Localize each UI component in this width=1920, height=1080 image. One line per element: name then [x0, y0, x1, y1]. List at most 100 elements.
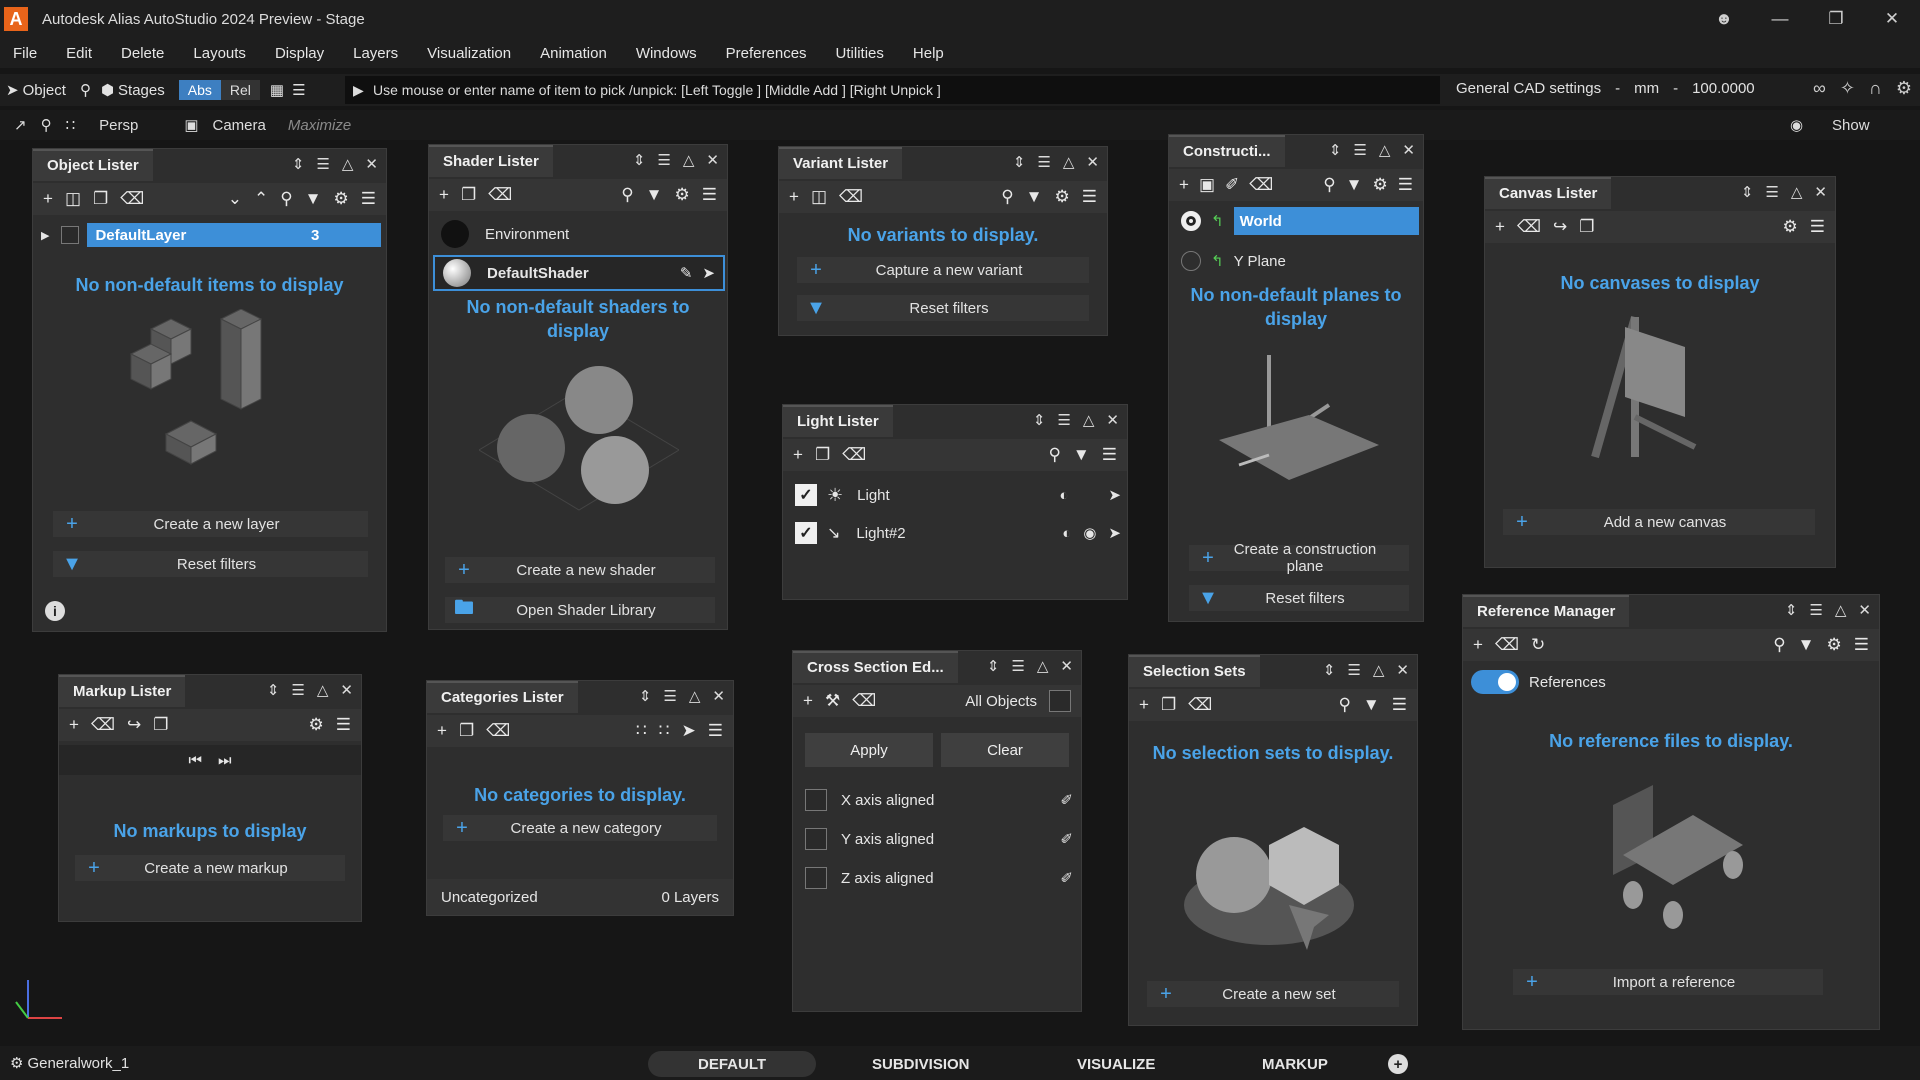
collapse-icon[interactable]: △	[317, 681, 329, 699]
light-checkbox[interactable]: ✓	[795, 522, 817, 544]
duplicate-icon[interactable]: ❐	[459, 721, 474, 741]
axis-row[interactable]: Y axis aligned ✐	[805, 826, 1073, 852]
menu-preferences[interactable]: Preferences	[713, 45, 823, 62]
dock-icon[interactable]: ⇕	[1013, 153, 1026, 171]
dock-icon[interactable]: ⇕	[1329, 141, 1342, 159]
info-icon[interactable]: i	[45, 601, 65, 621]
layer-checkbox[interactable]	[61, 226, 80, 244]
stages-button[interactable]: ⬢ Stages	[101, 81, 165, 100]
menu-icon[interactable]: ☰	[1353, 141, 1366, 159]
menu-icon[interactable]: ☰	[1854, 635, 1869, 655]
duplicate-icon[interactable]: ❐	[93, 189, 108, 209]
menu-help[interactable]: Help	[900, 45, 960, 62]
gear-icon[interactable]: ⚙	[1827, 635, 1842, 655]
menu-icon[interactable]: ☰	[1011, 657, 1024, 675]
close-icon[interactable]: ✕	[712, 687, 725, 705]
trash-icon[interactable]: ⌫	[486, 721, 510, 741]
close-icon[interactable]: ✕	[1106, 411, 1119, 429]
zoom-icon[interactable]: ⚲	[41, 116, 52, 134]
link-icon[interactable]: ∞	[1813, 78, 1826, 99]
reset-filters-button[interactable]: ▼ Reset filters	[797, 295, 1089, 321]
create-set-button[interactable]: + Create a new set	[1147, 981, 1399, 1007]
object-pick-button[interactable]: ➤ Object	[6, 81, 66, 100]
gear-icon[interactable]: ⚙	[1783, 217, 1798, 237]
collapse-icon[interactable]: △	[1037, 657, 1049, 675]
layer-name[interactable]: DefaultLayer	[95, 227, 311, 244]
dock-icon[interactable]: ⇕	[1323, 661, 1336, 679]
workspace-tab-markup[interactable]: MARKUP	[1262, 1051, 1328, 1077]
create-layer-button[interactable]: + Create a new layer	[53, 511, 368, 537]
persp-view[interactable]: Persp	[99, 117, 138, 134]
export-icon[interactable]: ↪	[1553, 217, 1567, 237]
add-icon[interactable]: +	[1473, 635, 1483, 655]
dock-icon[interactable]: ⇕	[267, 681, 280, 699]
trash-icon[interactable]: ⌫	[852, 691, 876, 711]
gear-icon[interactable]: ⚙	[1055, 187, 1070, 207]
close-icon[interactable]: ✕	[1858, 601, 1871, 619]
add-workspace-icon[interactable]: +	[1388, 1054, 1408, 1074]
axis-checkbox[interactable]	[805, 789, 827, 811]
create-shader-button[interactable]: + Create a new shader	[445, 557, 715, 583]
collapse-icon[interactable]: △	[1835, 601, 1847, 619]
copy-icon[interactable]: ❐	[153, 715, 168, 735]
list-icon[interactable]: ☰	[292, 81, 305, 99]
search-icon[interactable]: ⚲	[621, 185, 633, 205]
search-icon[interactable]: ⚲	[280, 189, 292, 209]
close-icon[interactable]: ✕	[340, 681, 353, 699]
dock-icon[interactable]: ⇕	[1741, 183, 1754, 201]
open-window-icon[interactable]: ↗	[14, 116, 27, 134]
chevron-up-icon[interactable]: ⌃	[254, 189, 268, 209]
menu-icon[interactable]: ☰	[1102, 445, 1117, 465]
axis-row[interactable]: Z axis aligned ✐	[805, 865, 1073, 891]
visibility-icon[interactable]: ◐	[1062, 525, 1071, 542]
camera-label[interactable]: Camera	[213, 117, 266, 134]
light-checkbox[interactable]: ✓	[795, 484, 817, 506]
group-icon[interactable]: ∷	[636, 721, 647, 741]
import-reference-button[interactable]: + Import a reference	[1513, 969, 1823, 995]
account-icon[interactable]: ☻	[1696, 0, 1752, 38]
collapse-icon[interactable]: △	[1379, 141, 1391, 159]
menu-display[interactable]: Display	[262, 45, 340, 62]
show-label[interactable]: Show	[1832, 117, 1870, 134]
maximize-label[interactable]: Maximize	[288, 117, 351, 134]
close-icon[interactable]: ✕	[1402, 141, 1415, 159]
add-icon[interactable]: +	[437, 721, 447, 741]
close-icon[interactable]: ✕	[706, 151, 719, 169]
filter-icon[interactable]: ▼	[1798, 635, 1815, 655]
filter-icon[interactable]: ▼	[1026, 187, 1043, 207]
trash-icon[interactable]: ⌫	[1517, 217, 1541, 237]
pick-icon[interactable]: ➤	[702, 264, 715, 282]
workspace-tab-default[interactable]: DEFAULT	[648, 1051, 817, 1077]
close-icon[interactable]: ✕	[365, 155, 378, 173]
menu-visualization[interactable]: Visualization	[414, 45, 527, 62]
trash-icon[interactable]: ⌫	[120, 189, 144, 209]
skip-forward-icon[interactable]: ⏭	[218, 752, 232, 769]
dock-icon[interactable]: ⇕	[292, 155, 305, 173]
references-toggle[interactable]	[1471, 670, 1519, 694]
add-icon[interactable]: +	[439, 185, 449, 205]
dock-icon[interactable]: ⇕	[987, 657, 1000, 675]
edit-icon[interactable]: ✐	[1060, 830, 1073, 848]
command-prompt[interactable]: ▶ Use mouse or enter name of item to pic…	[345, 76, 1440, 104]
menu-animation[interactable]: Animation	[527, 45, 623, 62]
duplicate-icon[interactable]: ❐	[461, 185, 476, 205]
collapse-icon[interactable]: △	[683, 151, 695, 169]
dock-icon[interactable]: ⇕	[1785, 601, 1798, 619]
workspace-tab-visualize[interactable]: VISUALIZE	[1077, 1051, 1155, 1077]
capture-variant-button[interactable]: + Capture a new variant	[797, 257, 1089, 283]
dots-icon[interactable]: ∷	[659, 721, 670, 741]
menu-icon[interactable]: ☰	[361, 189, 376, 209]
settings-icon[interactable]: ⚙	[1896, 78, 1912, 99]
tile-icon[interactable]: ∷	[66, 116, 76, 134]
filter-icon[interactable]: ▼	[1346, 175, 1363, 195]
trash-icon[interactable]: ⌫	[1495, 635, 1519, 655]
filter-icon[interactable]: ▼	[305, 189, 322, 209]
gear-icon[interactable]: ⚙	[675, 185, 690, 205]
menu-icon[interactable]: ☰	[1347, 661, 1360, 679]
trash-icon[interactable]: ⌫	[488, 185, 512, 205]
gear-icon[interactable]: ⚙	[309, 715, 324, 735]
wrench-icon[interactable]: ⚒	[825, 691, 840, 711]
menu-icon[interactable]: ☰	[316, 155, 329, 173]
collapse-icon[interactable]: △	[1063, 153, 1075, 171]
dock-icon[interactable]: ⇕	[633, 151, 646, 169]
